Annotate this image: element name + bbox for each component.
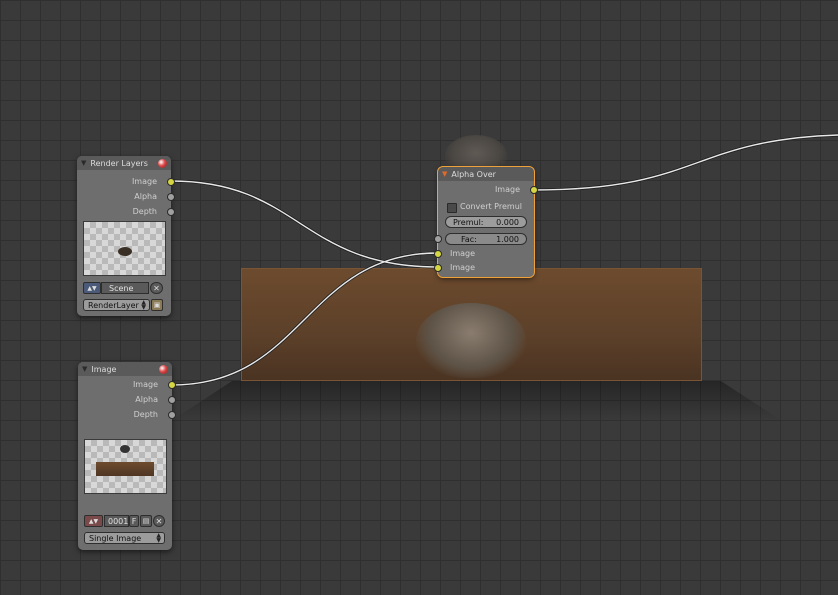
backdrop-monkey <box>416 303 526 378</box>
wire-renderlayers-to-alphaover <box>170 180 439 268</box>
collapse-triangle-icon[interactable]: ▼ <box>442 170 447 178</box>
image-browse-button[interactable]: ▲▼ <box>84 515 103 527</box>
node-title: Alpha Over <box>451 169 496 179</box>
render-preview <box>83 221 166 276</box>
output-image: Image <box>77 174 175 189</box>
scene-field[interactable]: Scene <box>101 282 149 294</box>
convert-premul-checkbox[interactable] <box>447 203 457 213</box>
output-image: Image <box>78 377 176 392</box>
socket-image-in-1[interactable] <box>434 250 442 258</box>
alpha-over-header[interactable]: ▼ Alpha Over <box>438 167 534 181</box>
convert-premul-label: Convert Premul <box>460 202 522 211</box>
image-preview <box>84 439 167 494</box>
node-title: Render Layers <box>90 158 148 168</box>
render-layers-node[interactable]: ▼ Render Layers Image Alpha Depth ▲▼ Sce… <box>77 156 175 316</box>
socket-alpha-out[interactable] <box>167 192 175 201</box>
socket-image-out[interactable] <box>167 177 175 186</box>
open-folder-button[interactable]: ▤ <box>140 515 152 527</box>
preview-monkey-silhouette <box>120 445 130 453</box>
render-sphere-icon[interactable] <box>159 364 168 374</box>
image-clear-button[interactable]: ✕ <box>153 515 165 527</box>
collapse-triangle-icon[interactable]: ▼ <box>81 159 86 167</box>
alpha-over-node[interactable]: ▼ Alpha Over Image Convert Premul Premul… <box>434 166 538 278</box>
premul-slider[interactable]: Premul: 0.000 <box>445 216 527 228</box>
output-depth: Depth <box>78 407 176 422</box>
render-layers-header[interactable]: ▼ Render Layers <box>77 156 171 170</box>
preview-backdrop-strip <box>96 462 154 476</box>
collapse-triangle-icon[interactable]: ▼ <box>82 365 87 373</box>
socket-depth-out[interactable] <box>167 207 175 216</box>
image-header[interactable]: ▼ Image <box>78 362 172 376</box>
backdrop-floor-shadow <box>171 381 782 421</box>
render-layer-select[interactable]: RenderLayer ▲ ▼ <box>83 299 150 311</box>
frame-field[interactable]: 0001 <box>104 515 129 527</box>
socket-fac-in[interactable] <box>434 235 442 243</box>
node-title: Image <box>91 364 117 374</box>
socket-image-out[interactable] <box>530 185 538 194</box>
render-sphere-icon[interactable] <box>158 158 167 168</box>
socket-image-out[interactable] <box>168 380 176 389</box>
preview-monkey-silhouette <box>118 247 132 256</box>
socket-depth-out[interactable] <box>168 410 176 419</box>
scene-browse-button[interactable]: ▲▼ <box>83 282 101 294</box>
socket-alpha-out[interactable] <box>168 395 176 404</box>
scene-clear-button[interactable]: ✕ <box>150 282 163 294</box>
input-image-2-label: Image <box>450 263 476 272</box>
fake-user-button[interactable]: F <box>129 515 139 527</box>
backdrop-image <box>171 268 782 421</box>
updown-arrows-icon: ▲ ▼ <box>156 532 161 544</box>
image-source-select[interactable]: Single Image ▲ ▼ <box>84 532 165 544</box>
output-depth: Depth <box>77 204 175 219</box>
render-layer-icon-button[interactable]: ▣ <box>151 299 163 311</box>
image-node[interactable]: ▼ Image Image Alpha Depth ▲▼ 0001 F ▤ ✕ … <box>78 362 176 550</box>
socket-image-in-2[interactable] <box>434 264 442 272</box>
output-alpha: Alpha <box>77 189 175 204</box>
output-alpha: Alpha <box>78 392 176 407</box>
updown-arrows-icon: ▲ ▼ <box>141 299 146 311</box>
input-image-1-label: Image <box>450 249 476 258</box>
fac-slider[interactable]: Fac: 1.000 <box>445 233 527 245</box>
wire-alphaover-out <box>533 134 838 191</box>
output-image: Image <box>438 182 538 197</box>
